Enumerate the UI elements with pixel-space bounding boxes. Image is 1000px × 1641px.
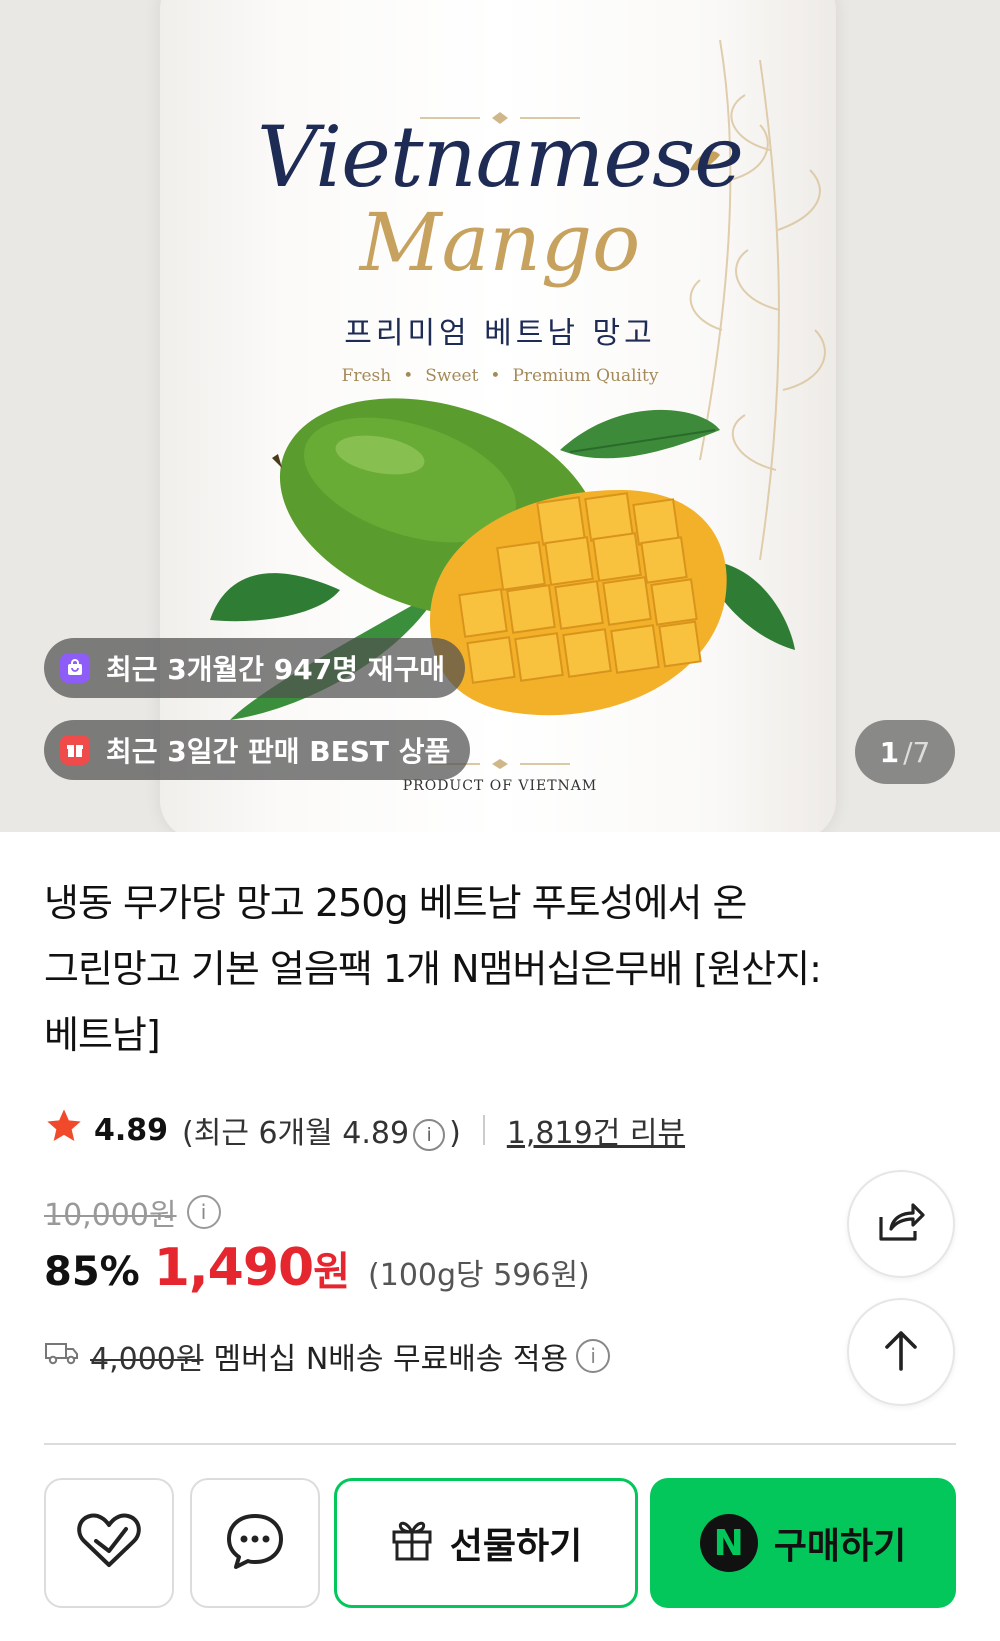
chat-icon	[224, 1511, 286, 1575]
currency: 원	[313, 1249, 351, 1295]
brand-korean: 프리미엄 베트남 망고	[344, 316, 656, 351]
present-icon	[60, 735, 90, 765]
product-title-line: 그린망고 기본 얼음팩 1개 N맴버십은무배 [원산지:	[44, 947, 822, 991]
gift-label: 선물하기	[449, 1526, 583, 1567]
discount-rate: 85%	[44, 1249, 140, 1295]
rating-score: 4.89	[94, 1112, 169, 1148]
image-index: 1	[879, 735, 900, 769]
recent-rating: (최근 6개월 4.89 i)	[182, 1108, 461, 1152]
divider	[482, 1115, 485, 1145]
best-seller-text: 최근 3일간 판매 BEST 상품	[106, 735, 451, 768]
tag-fresh: Fresh	[341, 366, 392, 386]
info-icon[interactable]: i	[576, 1339, 611, 1373]
buy-button[interactable]: N 구매하기	[650, 1478, 956, 1608]
product-title-line: 베트남]	[44, 1013, 161, 1057]
brand-tags: Fresh • Sweet • Premium Quality	[341, 366, 659, 386]
brand-title: Vietnamese	[257, 108, 744, 206]
rating-row: 4.89 (최근 6개월 4.89 i) 1,819건 리뷰	[44, 1108, 685, 1152]
truck-icon	[44, 1339, 80, 1374]
recent-rating-text: (최근 6개월 4.89	[182, 1116, 410, 1151]
bag-icon	[60, 653, 90, 683]
tag-premium: Premium Quality	[512, 366, 659, 386]
product-title: 냉동 무가당 망고 250g 베트남 푸토성에서 온 그린망고 기본 얼음팩 1…	[44, 870, 944, 1068]
product-image-carousel[interactable]: Vietnamese Mango 프리미엄 베트남 망고 Fresh • Sweet…	[0, 0, 1000, 832]
original-price: 10,000원 i	[44, 1190, 221, 1234]
shipping-text: 멤버십 N배송 무료배송 적용	[213, 1342, 569, 1377]
unit-price: (100g당 596원)	[368, 1258, 590, 1293]
product-title-line: 냉동 무가당 망고 250g 베트남 푸토성에서 온	[44, 881, 748, 925]
best-seller-badge: 최근 3일간 판매 BEST 상품	[44, 720, 471, 780]
shipping-original-fee: 4,000원	[90, 1342, 204, 1377]
npay-icon: N	[699, 1514, 758, 1572]
image-total: /7	[903, 735, 931, 769]
share-icon	[875, 1199, 927, 1249]
scroll-top-button[interactable]	[847, 1298, 955, 1406]
arrow-up-icon	[881, 1327, 921, 1377]
shipping-info: 4,000원 멤버십 N배송 무료배송 적용 i	[44, 1334, 611, 1378]
share-button[interactable]	[847, 1170, 955, 1278]
sale-price: 1,490	[153, 1238, 314, 1298]
recent-rating-close: )	[449, 1116, 461, 1151]
brand-subtitle: Mango	[359, 196, 641, 289]
repurchase-badge: 최근 3개월간 947명 재구매	[44, 638, 466, 698]
image-counter: 1/7	[855, 720, 955, 784]
origin-label: PRODUCT OF VIETNAM	[402, 778, 598, 794]
gift-button[interactable]: 선물하기	[334, 1478, 638, 1608]
repurchase-text: 최근 3개월간 947명 재구매	[106, 653, 446, 686]
info-icon[interactable]: i	[413, 1118, 446, 1151]
heart-icon	[76, 1511, 142, 1575]
buy-label: 구매하기	[773, 1526, 907, 1567]
original-price-value: 10,000원	[44, 1198, 177, 1233]
reviews-link[interactable]: 1,819건 리뷰	[507, 1108, 685, 1152]
wishlist-button[interactable]	[44, 1478, 174, 1608]
star-icon	[44, 1106, 84, 1154]
price-row: 85% 1,490 원 (100g당 596원)	[44, 1238, 590, 1298]
gift-icon	[390, 1516, 434, 1571]
info-icon[interactable]: i	[186, 1195, 221, 1229]
chat-button[interactable]	[190, 1478, 320, 1608]
tag-sweet: Sweet	[425, 366, 479, 386]
section-divider	[44, 1443, 956, 1445]
